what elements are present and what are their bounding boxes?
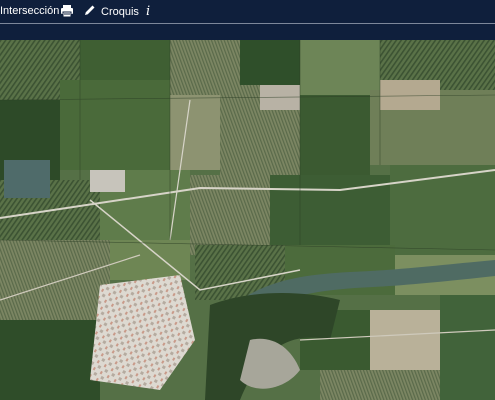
orthophoto-layer [0,40,495,400]
sketch-tool[interactable]: Croquis [84,4,139,19]
printer-icon [60,4,74,21]
top-toolbar: Intersección Croquis i [0,0,495,24]
info-icon: i [146,4,151,19]
print-button[interactable] [60,4,74,21]
info-button[interactable]: i [146,4,150,19]
intersection-label: Intersección [0,5,60,17]
intersection-tool[interactable]: Intersección [0,5,59,17]
sketch-label: Croquis [101,5,139,18]
toolbar-spacer [0,24,495,40]
aerial-map[interactable] [0,40,495,400]
pencil-icon [84,4,96,19]
